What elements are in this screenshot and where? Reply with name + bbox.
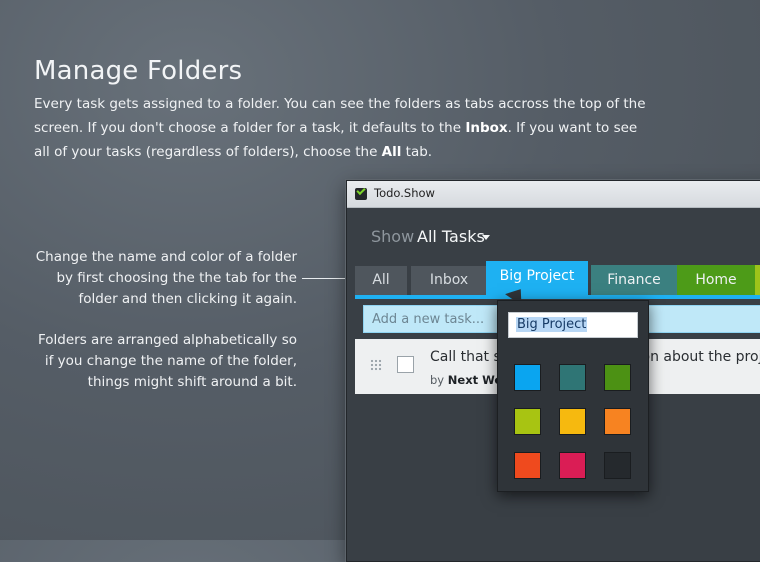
callout-note-rename: Change the name and color of a folder by… [35, 249, 297, 307]
active-tab-underline [355, 295, 760, 299]
color-swatch-blue[interactable] [514, 364, 541, 391]
intro-all-word: All [381, 144, 402, 160]
tab-big-project[interactable]: Big Project [486, 261, 588, 295]
color-swatch-teal[interactable] [559, 364, 586, 391]
color-swatch-lime[interactable] [514, 408, 541, 435]
callout-note-alphabetical: Folders are arranged alphabetically so i… [38, 332, 297, 390]
color-swatch-pink[interactable] [559, 452, 586, 479]
show-label: Show [371, 227, 415, 246]
intro-part-3: tab. [401, 144, 433, 160]
app-check-icon [355, 188, 367, 200]
folder-name-selection: Big Project [516, 317, 588, 332]
chevron-down-icon[interactable] [482, 235, 490, 240]
folder-edit-popup: Big Project [497, 300, 649, 492]
task-by-label: by [430, 373, 445, 387]
intro-text: Every task gets assigned to a folder. Yo… [34, 92, 654, 164]
color-swatch-red[interactable] [514, 452, 541, 479]
color-swatch-orange[interactable] [604, 408, 631, 435]
tab-home[interactable]: Home [677, 265, 755, 295]
drag-handle-icon[interactable] [370, 359, 382, 371]
tab-partial[interactable] [755, 265, 760, 295]
color-swatch-dark[interactable] [604, 452, 631, 479]
tab-all[interactable]: All [355, 266, 407, 295]
show-filter-dropdown[interactable]: All Tasks [417, 227, 485, 246]
tab-inbox[interactable]: Inbox [411, 266, 487, 295]
color-swatch-yellow[interactable] [559, 408, 586, 435]
task-checkbox[interactable] [397, 356, 414, 373]
folder-name-input[interactable]: Big Project [508, 312, 638, 338]
tab-finance[interactable]: Finance [591, 265, 677, 295]
window-title: Todo.Show [374, 186, 435, 200]
page-title: Manage Folders [34, 56, 243, 86]
color-swatch-green[interactable] [604, 364, 631, 391]
folder-tabs: All Inbox Big Project Finance Home [355, 261, 760, 295]
window-titlebar[interactable]: Todo.Show [347, 181, 760, 208]
intro-inbox-word: Inbox [465, 120, 508, 136]
show-filter-bar: Show All Tasks [347, 208, 760, 266]
